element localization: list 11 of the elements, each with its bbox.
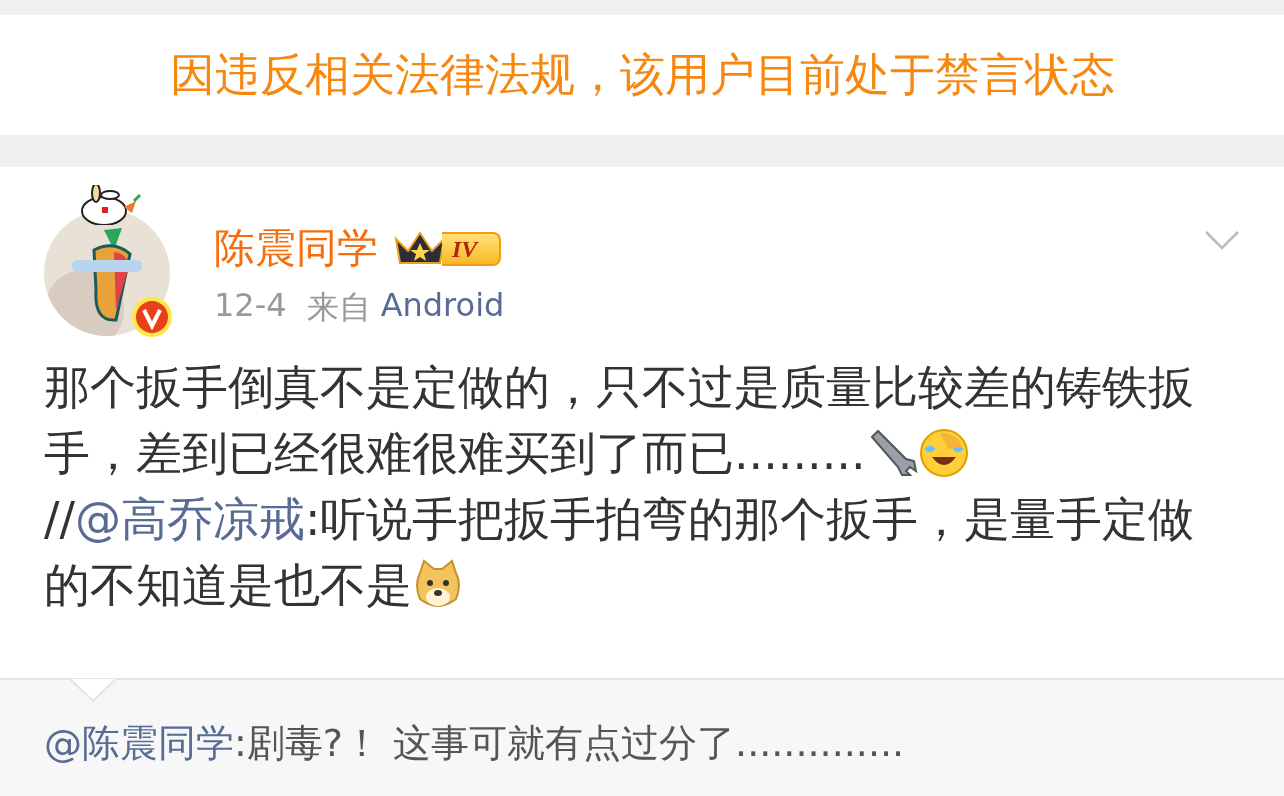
mention-link[interactable]: @陈震同学: [44, 721, 234, 765]
comment-text: @陈震同学:剧毒?！ 这事可就有点过分了..............: [44, 720, 906, 767]
mention-link[interactable]: @高乔凉戒: [75, 492, 305, 546]
user-name[interactable]: 陈震同学: [214, 221, 378, 276]
level-badge: IV: [442, 231, 502, 266]
source-link[interactable]: Android: [380, 286, 505, 330]
source-label: 来自: [306, 287, 371, 328]
post-date: 12-4: [214, 286, 287, 326]
post-text: 那个扳手倒真不是定做的，只不过是质量比较差的铸铁扳手，差到已经很难很难买到了而已......... //@高乔凉戒:听说手把扳手拍弯的那个扳手，是量手定做的不知道是也不是: [44, 359, 1196, 614]
laughing-face-icon: [917, 427, 970, 479]
ban-notice: 因违反相关法律法规，该用户目前处于禁言状态: [169, 47, 1115, 103]
